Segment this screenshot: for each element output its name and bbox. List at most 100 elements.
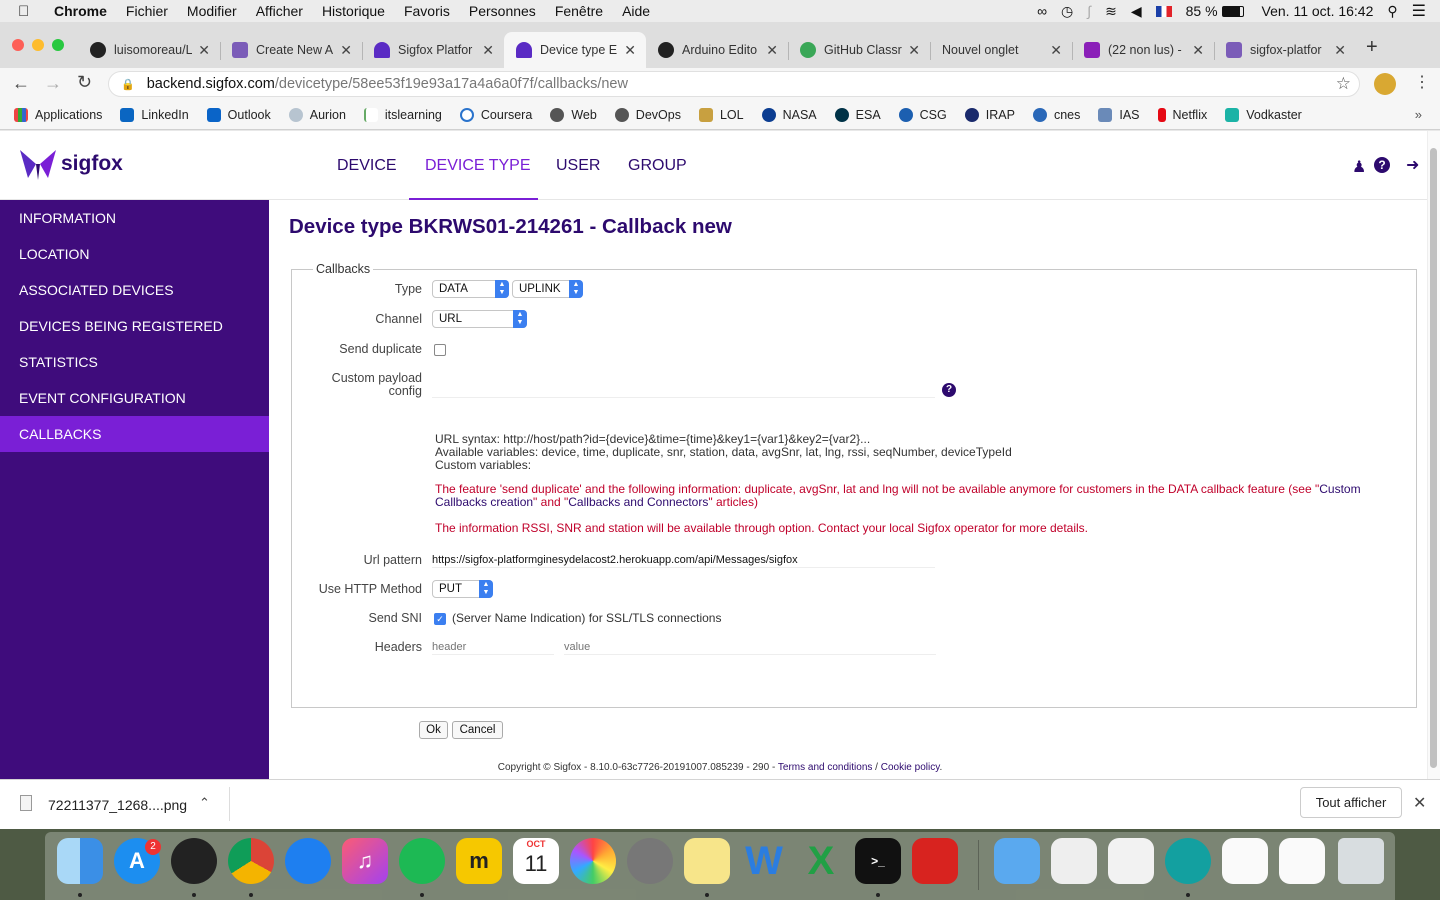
menu-afficher[interactable]: Afficher <box>256 3 303 19</box>
tab-7[interactable]: (22 non lus) - ✕ <box>1072 32 1214 68</box>
screenshot-icon[interactable] <box>1279 838 1325 884</box>
applications-folder-icon[interactable] <box>994 838 1040 884</box>
sidebar-item-event-configuration[interactable]: EVENT CONFIGURATION <box>0 380 269 416</box>
flag-fr-icon[interactable] <box>1155 5 1172 17</box>
trash-icon[interactable] <box>1338 838 1384 884</box>
zoom-window-button[interactable] <box>52 39 64 51</box>
send-sni-checkbox[interactable]: ✓ <box>434 613 446 625</box>
header-value-input[interactable] <box>564 639 936 655</box>
battery-icon[interactable] <box>1221 5 1244 17</box>
custom-payload-input[interactable] <box>432 382 935 398</box>
bookmark-irap[interactable]: IRAP <box>964 107 1015 122</box>
spotlight-icon[interactable]: ⚲ <box>1387 3 1397 20</box>
profile-avatar[interactable] <box>1374 73 1396 95</box>
bookmark-ias[interactable]: IAS <box>1098 107 1140 122</box>
close-icon[interactable]: ✕ <box>766 42 778 59</box>
close-icon[interactable]: ✕ <box>908 42 920 59</box>
user-icon[interactable]: ♟ <box>1352 157 1366 177</box>
system-preferences-icon[interactable] <box>627 838 673 884</box>
channel-select[interactable]: URL ▲ ▼ <box>432 310 527 328</box>
bookmark-applications[interactable]: Applications <box>14 107 102 122</box>
bookmark-linkedin[interactable]: LinkedIn <box>120 107 189 122</box>
download-chevron-icon[interactable]: ⌃ <box>199 795 210 811</box>
terminal-icon[interactable]: >_ <box>855 838 901 884</box>
callbacks-and-connectors-link[interactable]: Callbacks and Connectors <box>568 495 708 509</box>
wifi-icon[interactable]: ≋ <box>1105 3 1117 20</box>
chrome-menu-icon[interactable]: ⋮ <box>1414 72 1430 92</box>
activity-gauge-icon[interactable] <box>171 838 217 884</box>
show-all-downloads-button[interactable]: Tout afficher <box>1300 787 1402 818</box>
close-icon[interactable]: ✕ <box>340 42 352 59</box>
menu-app-name[interactable]: Chrome <box>54 3 107 19</box>
sigfox-logo[interactable] <box>18 148 58 187</box>
nav-group[interactable]: GROUP <box>628 157 687 175</box>
spotify-icon[interactable] <box>399 838 445 884</box>
photos-icon[interactable] <box>570 838 616 884</box>
bookmark-web[interactable]: Web <box>550 107 597 122</box>
sidebar-item-statistics[interactable]: STATISTICS <box>0 344 269 380</box>
nav-device[interactable]: DEVICE <box>337 157 397 175</box>
tab-4[interactable]: Arduino Edito ✕ <box>646 32 788 68</box>
close-downloads-icon[interactable]: ✕ <box>1413 793 1426 813</box>
close-icon[interactable]: ✕ <box>1050 42 1062 59</box>
bookmark-star-icon[interactable]: ☆ <box>1336 74 1351 94</box>
sidebar-item-devices-being-registered[interactable]: DEVICES BEING REGISTERED <box>0 308 269 344</box>
bookmark-cnes[interactable]: cnes <box>1032 107 1080 122</box>
bookmark-itslearning[interactable]: itslearning <box>363 107 442 122</box>
sidebar-item-information[interactable]: INFORMATION <box>0 200 269 236</box>
page-scrollbar-thumb[interactable] <box>1430 148 1437 768</box>
close-window-button[interactable] <box>12 39 24 51</box>
apple-icon[interactable]:  <box>18 3 38 20</box>
word-icon[interactable]: W <box>741 838 787 884</box>
tab-0[interactable]: luisomoreau/L ✕ <box>78 32 220 68</box>
bookmark-aurion[interactable]: Aurion <box>288 107 346 122</box>
bookmark-vodkaster[interactable]: Vodkaster <box>1225 107 1302 122</box>
cancel-button[interactable]: Cancel <box>452 721 503 739</box>
address-bar[interactable]: 🔒 backend.sigfox.com/devicetype/58ee53f1… <box>108 71 1360 97</box>
volume-icon[interactable]: ◀ <box>1131 3 1142 20</box>
arduino-app-icon[interactable] <box>1165 838 1211 884</box>
menu-historique[interactable]: Historique <box>322 3 385 19</box>
bookmark-esa[interactable]: ESA <box>834 107 881 122</box>
header-key-input[interactable] <box>432 639 554 655</box>
help-icon[interactable]: ? <box>1374 157 1390 173</box>
m-app-icon[interactable]: m <box>456 838 502 884</box>
sidebar-item-callbacks[interactable]: CALLBACKS <box>0 416 269 452</box>
custom-payload-help-icon[interactable]: ? <box>942 383 956 397</box>
safari-icon[interactable] <box>285 838 331 884</box>
logout-icon[interactable]: ➜ <box>1406 155 1419 175</box>
bookmark-coursera[interactable]: Coursera <box>459 107 532 122</box>
url-pattern-input[interactable] <box>432 552 935 568</box>
document-icon[interactable] <box>1108 838 1154 884</box>
bookmark-csg[interactable]: CSG <box>898 107 947 122</box>
close-icon[interactable]: ✕ <box>1192 42 1204 59</box>
nav-device-type[interactable]: DEVICE TYPE <box>425 157 531 175</box>
stickies-icon[interactable] <box>684 838 730 884</box>
send-duplicate-checkbox[interactable] <box>434 344 446 356</box>
new-tab-button[interactable]: + <box>1366 36 1378 59</box>
menu-modifier[interactable]: Modifier <box>187 3 237 19</box>
bookmark-outlook[interactable]: Outlook <box>206 107 271 122</box>
itunes-icon[interactable]: ♫ <box>342 838 388 884</box>
calendar-icon[interactable]: OCT 11 <box>513 838 559 884</box>
notification-center-icon[interactable]: ☰ <box>1412 1 1426 21</box>
bookmark-nasa[interactable]: NASA <box>761 107 817 122</box>
tab-8[interactable]: sigfox-platfor ✕ <box>1214 32 1356 68</box>
bookmark-devops[interactable]: DevOps <box>614 107 681 122</box>
nav-user[interactable]: USER <box>556 157 600 175</box>
time-machine-icon[interactable]: ◷ <box>1061 3 1073 20</box>
menu-favoris[interactable]: Favoris <box>404 3 450 19</box>
cookie-policy-link[interactable]: Cookie policy <box>881 762 940 773</box>
document-stack-icon[interactable] <box>1051 838 1097 884</box>
close-icon[interactable]: ✕ <box>624 42 636 59</box>
lock-icon[interactable]: 🔒 <box>121 78 135 91</box>
menu-fenetre[interactable]: Fenêtre <box>555 3 603 19</box>
type-select[interactable]: DATA ▲ ▼ <box>432 280 509 298</box>
back-icon[interactable]: ← <box>12 73 30 94</box>
tab-6[interactable]: Nouvel onglet ✕ <box>930 32 1072 68</box>
chrome-icon[interactable] <box>228 838 274 884</box>
sidebar-item-location[interactable]: LOCATION <box>0 236 269 272</box>
tab-5[interactable]: GitHub Classr ✕ <box>788 32 930 68</box>
direction-select[interactable]: UPLINK ▲ ▼ <box>512 280 583 298</box>
menu-fichier[interactable]: Fichier <box>126 3 168 19</box>
